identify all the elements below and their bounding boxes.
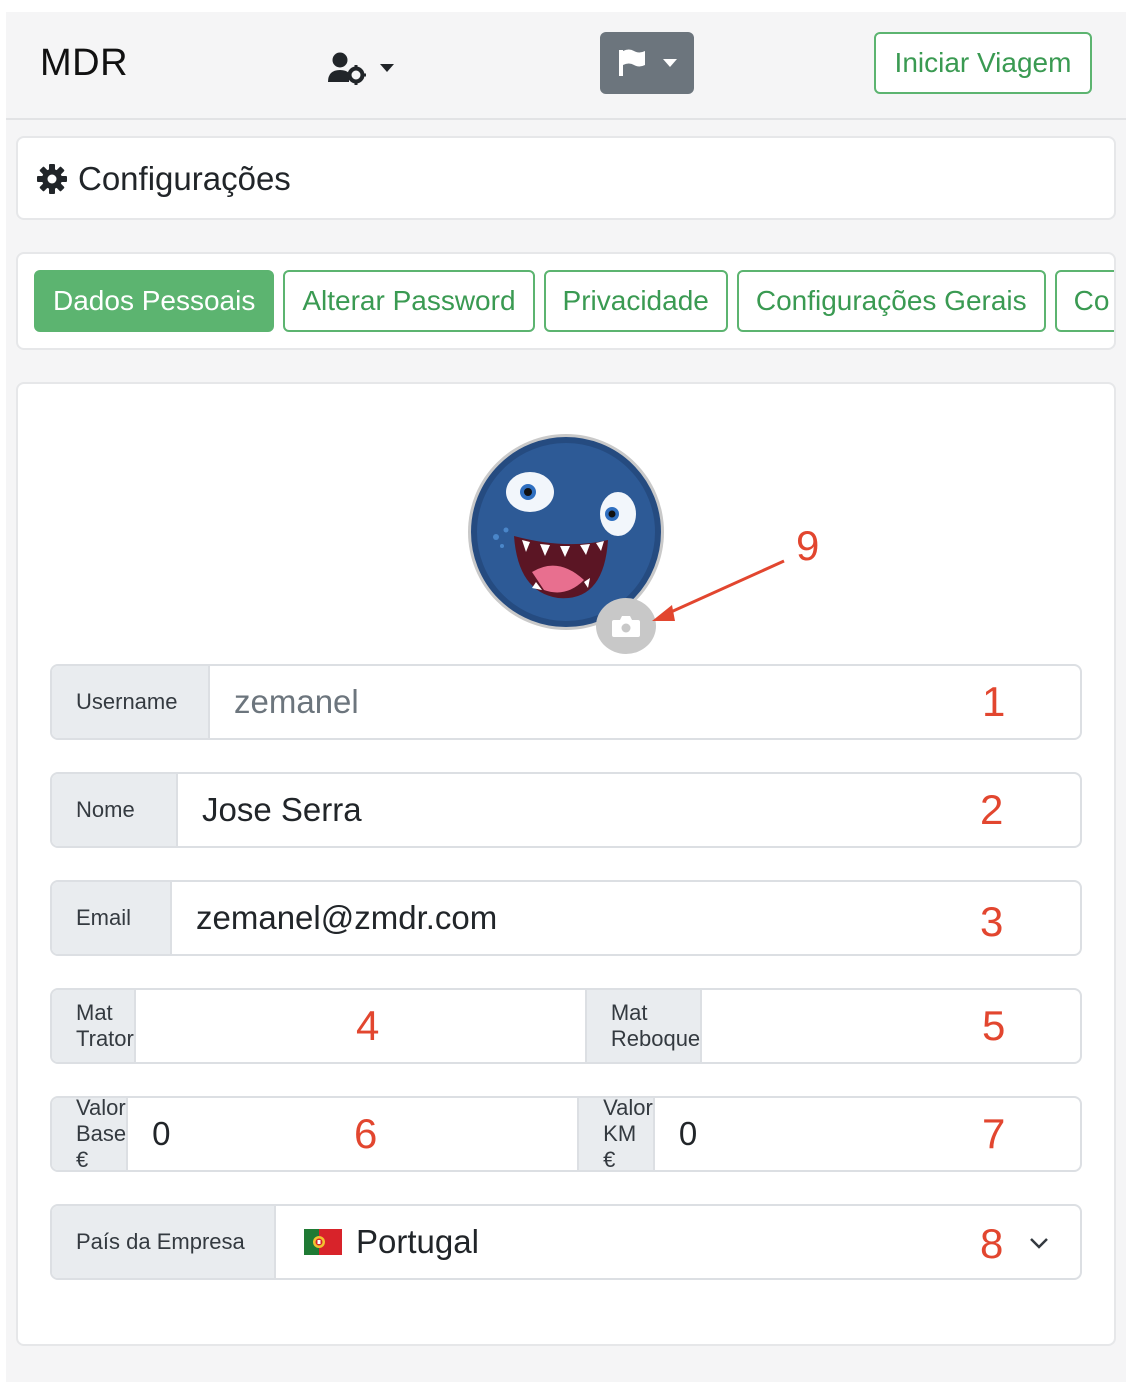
username-group: Username: [50, 664, 1082, 740]
annotation-1: 1: [982, 678, 1006, 725]
valor-base-label: Valor Base €: [52, 1098, 129, 1170]
email-label: Email: [52, 882, 172, 954]
matriculas-group: Mat Trator Mat Reboque: [50, 988, 1082, 1064]
navbar: MDR Iniciar Viagem: [6, 12, 1126, 120]
tab-privacidade[interactable]: Privacidade: [543, 270, 728, 332]
user-cog-icon: [328, 52, 366, 85]
annotation-9: 9: [796, 522, 820, 569]
annotation-arrow: [652, 559, 785, 621]
nome-group: Nome: [50, 772, 1082, 848]
chevron-down-icon: [663, 59, 677, 67]
username-label: Username: [52, 666, 210, 738]
nome-field[interactable]: [178, 774, 1080, 846]
annotation-6: 6: [354, 1110, 378, 1157]
annotation-7: 7: [982, 1110, 1006, 1157]
nome-label: Nome: [52, 774, 178, 846]
valor-km-label: Valor KM €: [577, 1098, 655, 1170]
pais-group: País da Empresa Portugal: [50, 1204, 1082, 1280]
tab-truncated[interactable]: Co: [1054, 270, 1114, 332]
pais-selected-value: Portugal: [356, 1223, 479, 1260]
tab-bar: Dados Pessoais Alterar Password Privacid…: [34, 270, 1114, 332]
gear-icon: [37, 164, 67, 194]
mat-reboque-label: Mat Reboque: [584, 990, 703, 1062]
annotation-8: 8: [980, 1220, 1004, 1267]
flag-icon: [619, 49, 645, 76]
chevron-down-icon: [380, 64, 394, 72]
valores-group: Valor Base € Valor KM €: [50, 1096, 1082, 1172]
pais-select[interactable]: Portugal: [276, 1206, 1080, 1278]
chevron-down-icon[interactable]: [1028, 1232, 1050, 1254]
annotation-4: 4: [356, 1002, 380, 1049]
camera-icon: [612, 616, 640, 637]
tab-configuracoes-gerais[interactable]: Configurações Gerais: [736, 270, 1046, 332]
user-settings-dropdown[interactable]: [328, 48, 398, 88]
annotation-5: 5: [982, 1002, 1006, 1049]
email-group: Email: [50, 880, 1082, 956]
email-field[interactable]: [172, 882, 1080, 954]
page-title: Configurações: [36, 160, 291, 198]
start-trip-button[interactable]: Iniciar Viagem: [874, 32, 1092, 94]
brand-logo[interactable]: MDR: [40, 42, 128, 85]
portugal-flag-icon: [304, 1229, 342, 1255]
mat-trator-label: Mat Trator: [52, 990, 136, 1062]
settings-header-card: Configurações: [16, 136, 1116, 220]
tab-alterar-password[interactable]: Alterar Password: [283, 270, 535, 332]
tab-dados-pessoais[interactable]: Dados Pessoais: [34, 270, 275, 332]
username-field[interactable]: [210, 666, 1080, 738]
tabs-card: Dados Pessoais Alterar Password Privacid…: [16, 252, 1116, 350]
pais-label: País da Empresa: [52, 1206, 276, 1278]
settings-title: Configurações: [78, 160, 291, 197]
annotation-3: 3: [980, 898, 1004, 945]
annotation-2: 2: [980, 786, 1004, 833]
language-flag-button[interactable]: [600, 32, 694, 94]
mat-reboque-field[interactable]: [702, 990, 1080, 1062]
valor-km-field[interactable]: [654, 1098, 1080, 1170]
valor-base-field[interactable]: [128, 1098, 578, 1170]
